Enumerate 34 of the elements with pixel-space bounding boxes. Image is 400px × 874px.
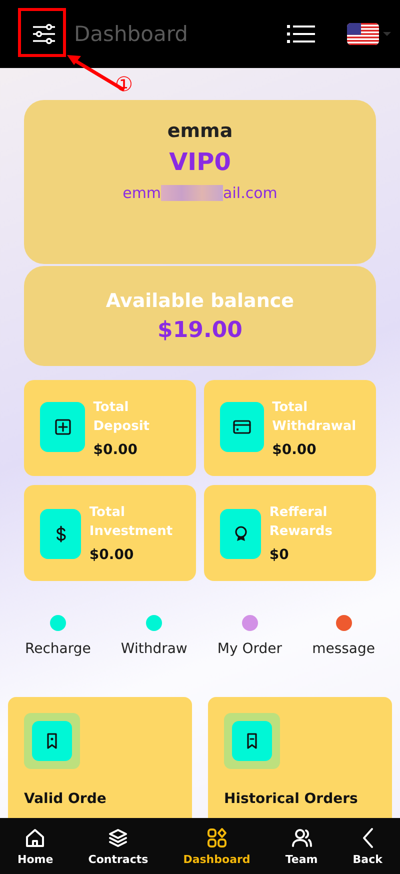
- nav-tab[interactable]: Back: [348, 824, 386, 868]
- stat-value: $0: [269, 547, 290, 563]
- highlight-box: [18, 8, 66, 57]
- nav-tab[interactable]: Home: [14, 824, 58, 868]
- order-label: Historical Orders: [224, 791, 359, 807]
- grid-icon: [204, 826, 229, 850]
- balance-label: Available balance: [106, 290, 294, 312]
- stat-value: $0.00: [89, 547, 135, 563]
- email-start: emm: [122, 184, 162, 202]
- stat-label: Total Deposit: [93, 399, 151, 436]
- flag-icon[interactable]: [347, 23, 379, 45]
- nav-tab[interactable]: Team: [281, 824, 322, 868]
- balance-amount: $19.00: [158, 318, 242, 342]
- link-label[interactable]: Recharge: [25, 641, 91, 657]
- order-label: Valid Orde: [24, 791, 108, 807]
- nav-tab[interactable]: Dashboard: [179, 824, 254, 868]
- vip-level: VIP0: [169, 148, 231, 176]
- order-card[interactable]: Historical Orders: [208, 697, 392, 818]
- link-label[interactable]: My Order: [217, 641, 282, 657]
- page-title: Dashboard: [74, 22, 189, 46]
- link-label[interactable]: message: [312, 641, 375, 657]
- menu-icon[interactable]: [287, 22, 315, 46]
- stat-label: Total Investment: [89, 504, 174, 541]
- redaction: [161, 185, 224, 201]
- link-label[interactable]: Withdraw: [120, 641, 188, 657]
- team-icon: [290, 826, 314, 850]
- stat-value: $0.00: [93, 442, 139, 458]
- stat-label: Refferal Rewards: [269, 504, 334, 541]
- email-end: ail.com: [223, 184, 278, 202]
- stat-label: Total Withdrawal: [272, 399, 358, 436]
- stat-value: $0.00: [272, 442, 318, 458]
- nav-tab[interactable]: Contracts: [84, 824, 152, 868]
- order-card[interactable]: Valid Orde: [8, 697, 192, 818]
- user-name: emma: [167, 120, 233, 142]
